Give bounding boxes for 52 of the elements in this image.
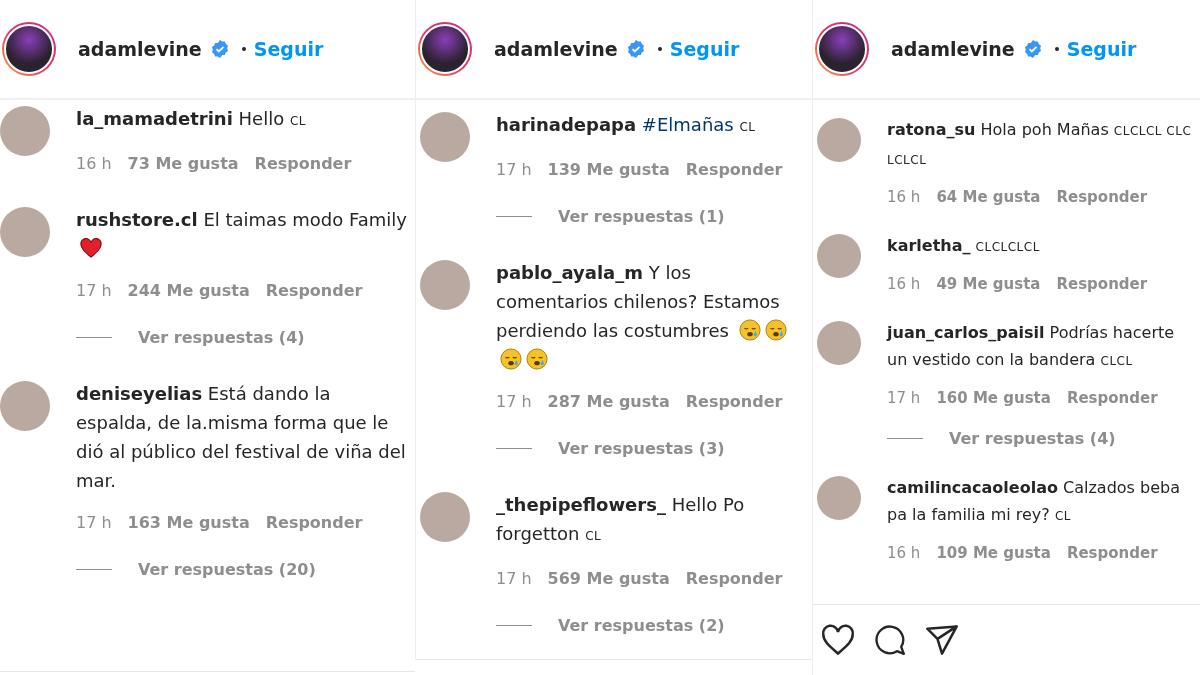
reply-button[interactable]: Responder (1066, 389, 1158, 407)
view-replies-button[interactable]: Ver respuestas (20) (138, 560, 316, 579)
comment-text: la_mamadetrini Hello CL (76, 107, 308, 131)
comment-text: deniseyelias Está dando la espalda, de la.misma forma que le dió al público del festival de viña del mar. (76, 382, 407, 493)
reply-button[interactable]: Responder (685, 569, 783, 588)
view-replies-button[interactable]: Ver respuestas (1) (558, 207, 725, 226)
comment-time: 16 h (887, 544, 921, 562)
follow-link[interactable]: Seguir (1066, 38, 1137, 60)
comment-time: 16 h (887, 275, 921, 293)
comment-text: juan_carlos_paisil Podrías hacerte un vestido con la bandera CLCL (887, 322, 1176, 371)
reply-button[interactable]: Responder (265, 513, 363, 532)
likes-count[interactable]: 569 Me gusta (547, 569, 670, 588)
likes-count[interactable]: 287 Me gusta (547, 392, 670, 411)
username[interactable]: adamlevine (494, 38, 618, 60)
view-replies-button[interactable]: Ver respuestas (2) (558, 616, 725, 635)
follow-link[interactable]: Seguir (253, 38, 324, 60)
comment-text: rushstore.cl El taimas modo Family (76, 205, 411, 263)
comment-text: camilincacaoleolao Calzados beba pa la familia mi rey? CL (887, 477, 1181, 526)
comment-text: karletha_ CLCLCLCL (887, 235, 1041, 257)
username[interactable]: adamlevine (78, 38, 202, 60)
reply-button[interactable]: Responder (1066, 544, 1158, 562)
reply-button[interactable]: Responder (685, 392, 783, 411)
comment-time: 17 h (496, 392, 532, 411)
comment-text: _thepipeflowers_ Hello Po forgetton CL (496, 493, 746, 546)
comment-time: 17 h (887, 389, 921, 407)
likes-count[interactable]: 49 Me gusta (936, 275, 1041, 293)
comment-time: 17 h (76, 513, 112, 532)
comment-text: pablo_ayala_m Y los comentarios chilenos? Estamos perdiendo las costumbres (496, 258, 808, 374)
likes-count[interactable]: 244 Me gusta (127, 281, 250, 300)
likes-count[interactable]: 139 Me gusta (547, 160, 670, 179)
reply-button[interactable]: Responder (254, 154, 352, 173)
likes-count[interactable]: 64 Me gusta (936, 188, 1041, 206)
reply-button[interactable]: Responder (685, 160, 783, 179)
comment-time: 16 h (887, 188, 921, 206)
comment-time: 17 h (76, 281, 112, 300)
username[interactable]: adamlevine (891, 38, 1015, 60)
comment-text: ratona_su Hola poh Mañas CLCLCL CLCLCLCL (887, 119, 1193, 169)
comment-text: harinadepapa #Elmañas CL (496, 113, 757, 137)
likes-count[interactable]: 109 Me gusta (936, 544, 1051, 562)
likes-count[interactable]: 73 Me gusta (127, 154, 239, 173)
likes-count[interactable]: 160 Me gusta (936, 389, 1051, 407)
view-replies-button[interactable]: Ver respuestas (3) (558, 439, 725, 458)
view-replies-button[interactable]: Ver respuestas (4) (138, 328, 305, 347)
reply-button[interactable]: Responder (1056, 188, 1148, 206)
reply-button[interactable]: Responder (1056, 275, 1148, 293)
comment-time: 16 h (76, 154, 112, 173)
likes-count[interactable]: 163 Me gusta (127, 513, 250, 532)
reply-button[interactable]: Responder (265, 281, 363, 300)
view-replies-button[interactable]: Ver respuestas (4) (949, 429, 1116, 448)
comment-time: 17 h (496, 160, 532, 179)
comment-time: 17 h (496, 569, 532, 588)
follow-link[interactable]: Seguir (669, 38, 740, 60)
